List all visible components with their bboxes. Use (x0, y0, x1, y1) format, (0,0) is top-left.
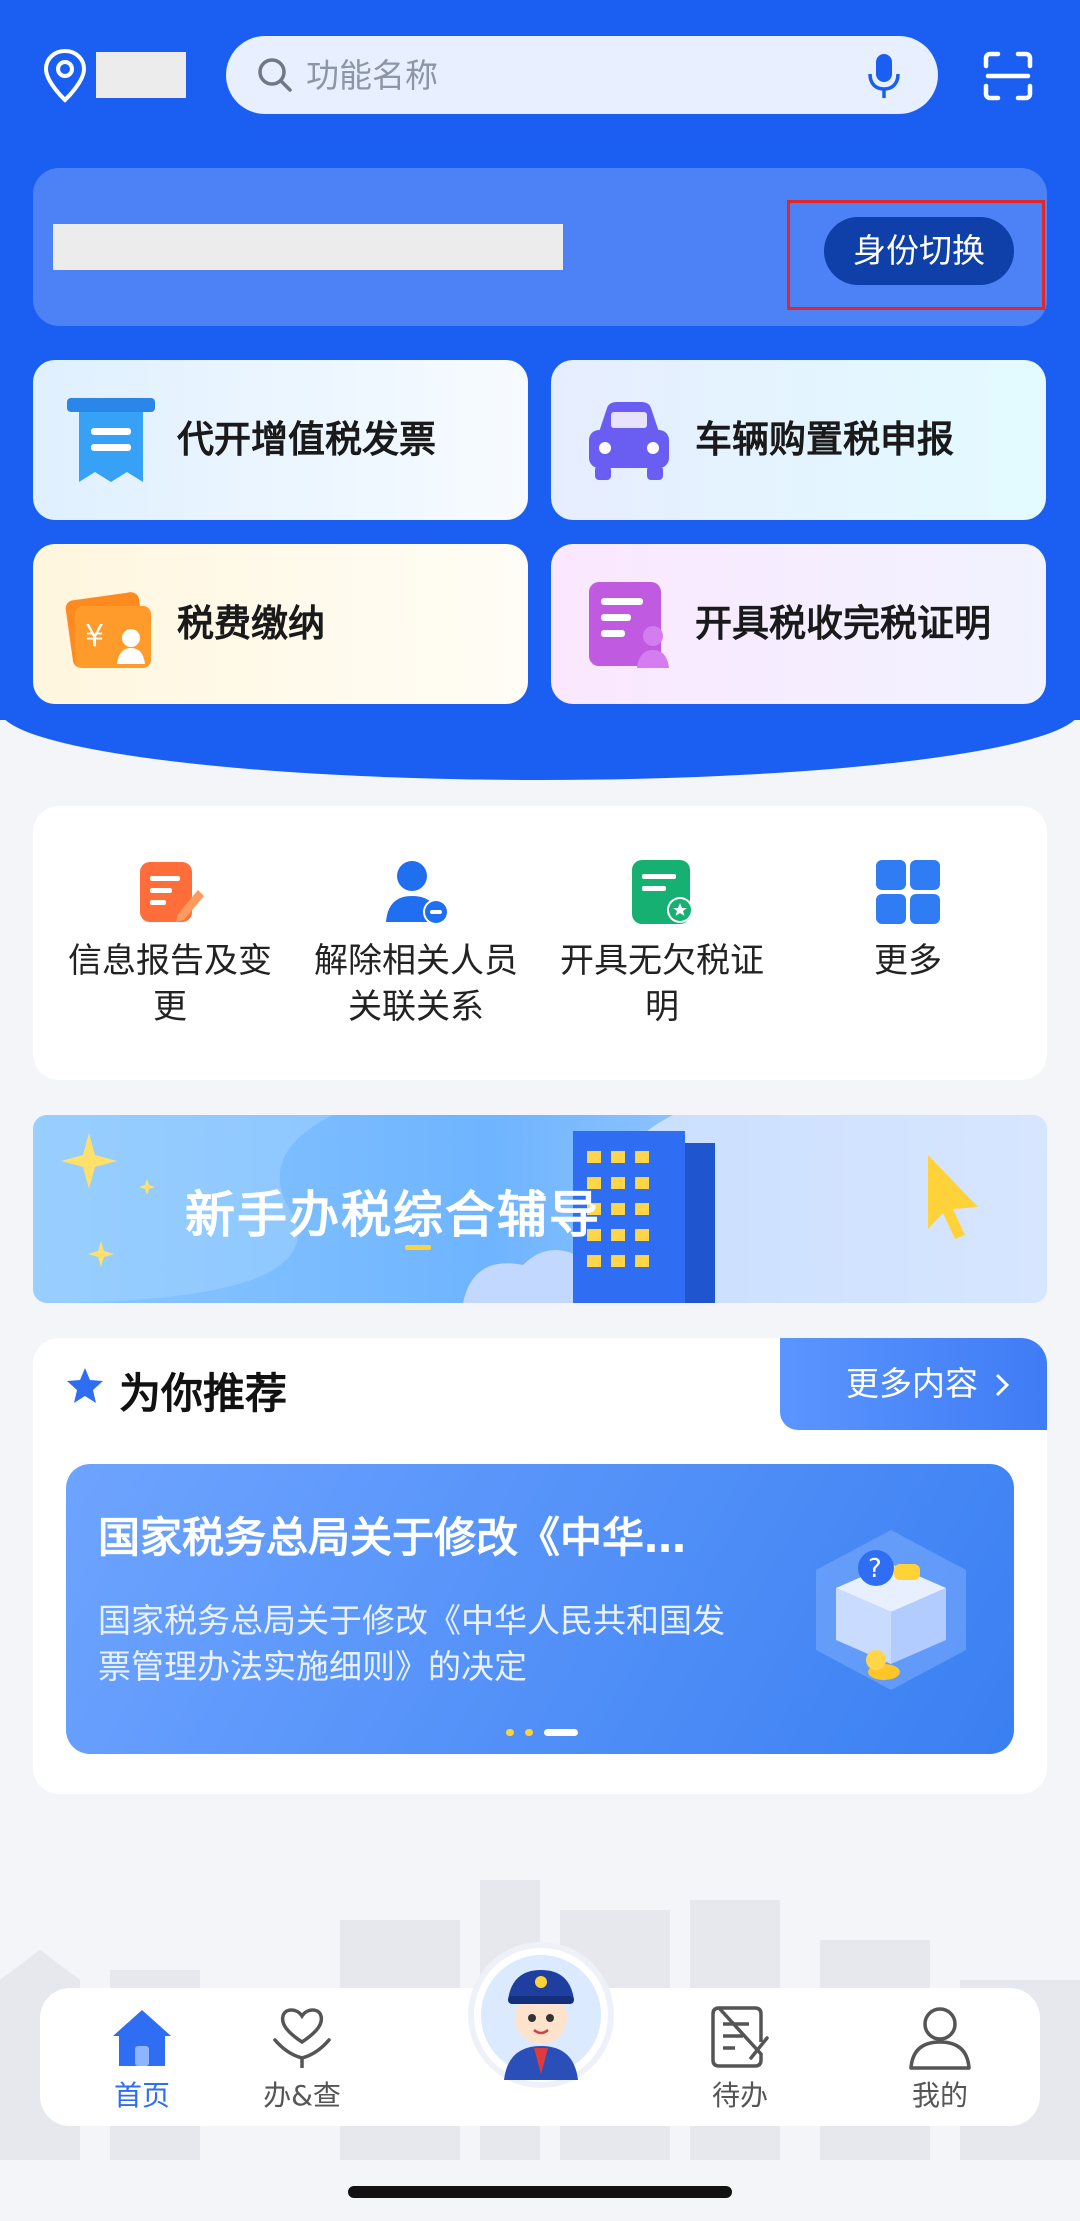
tile-tax-certificate[interactable]: 开具税收完税证明 (551, 544, 1046, 704)
service-label: 开具无欠税证明 (560, 941, 764, 1027)
top-bar (0, 30, 1080, 120)
service-remove-relation[interactable]: 解除相关人员关联关系 (306, 856, 526, 1056)
scan-icon[interactable] (982, 50, 1034, 102)
identity-switch-button[interactable]: 身份切换 (824, 217, 1014, 285)
recommend-card[interactable]: 国家税务总局关于修改《中华… 国家税务总局关于修改《中华人民共和国发票管理办法实… (66, 1464, 1014, 1754)
tile-label: 代开增值税发票 (177, 418, 436, 461)
service-no-arrears-certificate[interactable]: 开具无欠税证明 (552, 856, 772, 1056)
section-title: 为你推荐 (119, 1369, 288, 1418)
carousel-dot (525, 1729, 534, 1736)
search-icon (258, 58, 292, 92)
chevron-right-icon (995, 1373, 1009, 1397)
recommend-section: 为你推荐 更多内容 国家税务总局关于修改《中华… 国家税务总局关于修改《中华人民… (33, 1338, 1047, 1794)
location-pin-icon[interactable] (42, 48, 88, 104)
card-description: 国家税务总局关于修改《中华人民共和国发票管理办法实施细则》的决定 (98, 1601, 725, 1686)
tile-label: 车辆购置税申报 (695, 418, 954, 461)
car-icon (589, 402, 669, 480)
svg-text:?: ? (868, 1554, 882, 1584)
carousel-dot-active (544, 1729, 579, 1736)
invoice-icon (67, 398, 155, 482)
card-title: 国家税务总局关于修改《中华… (98, 1513, 687, 1562)
services-panel: 信息报告及变更 解除相关人员关联关系 开具无欠税证明 更多 (33, 806, 1047, 1080)
grid-icon (876, 860, 940, 924)
tab-home[interactable]: 首页 (62, 2002, 222, 2118)
banner-title: 新手办税综合辅导 (185, 1186, 601, 1244)
tab-label: 我的 (911, 2079, 968, 2112)
tab-label: 待办 (711, 2079, 768, 2112)
star-icon (67, 1368, 103, 1403)
tab-label: 首页 (113, 2079, 170, 2112)
edit-report-icon (140, 862, 204, 922)
search-bar[interactable] (226, 36, 938, 114)
wallet-icon: ¥ (65, 592, 151, 668)
todo-note-icon (711, 2006, 769, 2068)
tab-todo[interactable]: 待办 (660, 2002, 820, 2118)
assistant-avatar-button[interactable] (474, 1948, 608, 2082)
service-info-report[interactable]: 信息报告及变更 (60, 856, 280, 1056)
tile-issue-vat-invoice[interactable]: 代开增值税发票 (33, 360, 528, 520)
identity-card: 身份切换 (33, 168, 1047, 326)
tile-label: 税费缴纳 (177, 602, 325, 645)
tax-guide-banner[interactable]: 新手办税综合辅导 (33, 1115, 1047, 1303)
tab-handle-query[interactable]: 办&查 (222, 2002, 382, 2118)
tile-vehicle-purchase-tax[interactable]: 车辆购置税申报 (551, 360, 1046, 520)
carousel-dot (506, 1729, 514, 1736)
svg-text:¥: ¥ (85, 619, 104, 654)
more-content-button[interactable]: 更多内容 (780, 1338, 1047, 1430)
user-remove-icon (386, 861, 449, 925)
service-label: 更多 (874, 941, 942, 981)
tax-officer-avatar-icon (481, 1955, 601, 2080)
tab-label: 办&查 (263, 2079, 341, 2112)
carousel-dots (506, 1722, 584, 1736)
search-input[interactable] (306, 48, 826, 102)
location-name-redacted[interactable] (96, 52, 186, 98)
identity-name-redacted (53, 224, 563, 270)
service-more[interactable]: 更多 (798, 856, 1018, 1056)
more-content-label: 更多内容 (846, 1364, 978, 1403)
tile-label: 开具税收完税证明 (695, 602, 991, 645)
service-label: 信息报告及变更 (68, 941, 272, 1027)
service-label: 解除相关人员关联关系 (314, 941, 518, 1027)
tab-mine[interactable]: 我的 (860, 2002, 1020, 2118)
home-indicator (348, 2186, 732, 2198)
certificate-icon (589, 582, 669, 668)
home-icon (113, 2010, 171, 2066)
microphone-icon[interactable] (866, 52, 902, 100)
identity-switch-highlight: 身份切换 (787, 200, 1045, 310)
certificate-star-icon (632, 860, 693, 924)
heart-hand-icon (273, 2008, 331, 2068)
tile-tax-payment[interactable]: ¥ 税费缴纳 (33, 544, 528, 704)
user-profile-icon (909, 2007, 971, 2070)
question-box-illustration: ? (816, 1530, 966, 1690)
